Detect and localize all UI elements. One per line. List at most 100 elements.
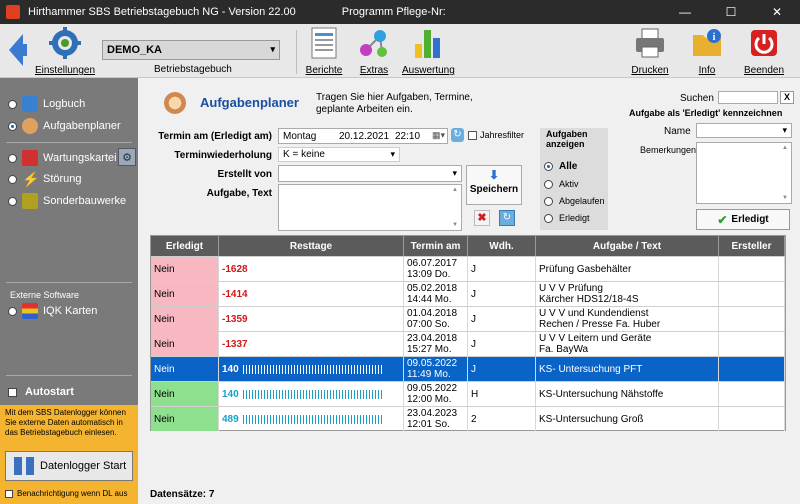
show-done-option[interactable]: Erledigt xyxy=(544,213,590,223)
creator-cell xyxy=(719,382,785,406)
chevron-down-icon: ▾ xyxy=(390,149,395,159)
close-window-button[interactable]: ✕ xyxy=(754,0,800,24)
remaining-days-value: -1337 xyxy=(222,338,248,350)
chevron-down-icon: ▾ xyxy=(452,168,457,178)
table-row[interactable]: Nein -1628 06.07.2017 13:09 Do. J Prüfung Gas… xyxy=(151,256,785,281)
search-clear-button[interactable]: X xyxy=(780,91,794,104)
info-button[interactable]: i Info xyxy=(688,26,726,76)
column-header-remaining[interactable]: Resttage xyxy=(219,236,404,256)
back-arrow-icon xyxy=(9,34,27,66)
table-row[interactable]: Nein 489 23.04.2023 12:01 So. 2 KS-Untersuchu… xyxy=(151,406,785,431)
autostart-label: Autostart xyxy=(25,386,74,398)
scroll-down-icon[interactable]: ▼ xyxy=(452,222,458,228)
year-filter-checkbox[interactable] xyxy=(468,131,477,140)
table-row[interactable]: Nein 140 09.05.2022 12:00 Mo. H KS-Untersuchu… xyxy=(151,381,785,406)
table-row[interactable]: Nein -1414 05.02.2018 14:44 Mo. J U V V Prüfu… xyxy=(151,281,785,306)
task-text-area[interactable]: ▲ ▼ xyxy=(278,184,462,231)
fault-radio[interactable] xyxy=(8,174,17,184)
mark-done-button[interactable]: ✔ Erledigt xyxy=(696,209,790,230)
due-date-cell: 05.02.2018 14:44 Mo. xyxy=(404,282,468,306)
refresh-date-icon[interactable]: ↻ xyxy=(451,128,464,142)
task-text-cell: KS-Untersuchung Groß xyxy=(536,407,719,431)
done-cell: Nein xyxy=(151,282,219,306)
sidebar-item-logbook[interactable]: Logbuch xyxy=(8,96,85,112)
iqk-radio[interactable] xyxy=(8,306,17,316)
delete-button[interactable]: ✖ xyxy=(474,210,490,226)
program-number-label: Programm Pflege-Nr: xyxy=(341,6,446,18)
print-button[interactable]: Drucken xyxy=(630,26,670,76)
show-all-option[interactable]: Alle xyxy=(544,161,577,172)
task-table: Erledigt Resttage Termin am Wdh. Aufgabe… xyxy=(150,235,786,431)
show-expired-radio[interactable] xyxy=(544,196,553,206)
table-row[interactable]: Nein -1337 23.04.2018 15:27 Mo. J U V V Leite… xyxy=(151,331,785,356)
table-row[interactable]: Nein 140 09.05.2022 11:49 Mo. J KS- Untersuch… xyxy=(151,356,785,381)
window-title: Hirthammer SBS Betriebstagebuch NG - Ver… xyxy=(28,6,296,18)
show-all-radio[interactable] xyxy=(544,162,553,171)
exit-label: Beenden xyxy=(743,65,785,76)
notify-checkbox[interactable] xyxy=(5,489,13,498)
diary-select[interactable]: DEMO_KA ▾ xyxy=(102,40,280,60)
planner-radio[interactable] xyxy=(8,121,17,131)
autostart-checkbox[interactable] xyxy=(8,387,17,397)
special-radio[interactable] xyxy=(8,196,17,206)
sidebar-item-fault[interactable]: ⚡ Störung xyxy=(8,171,82,187)
scroll-up-icon[interactable]: ▲ xyxy=(452,187,458,193)
show-done-radio[interactable] xyxy=(544,213,553,223)
autostart-checkbox-row[interactable]: Autostart xyxy=(8,386,74,398)
table-row[interactable]: Nein -1359 01.04.2018 07:00 So. J U V V und K… xyxy=(151,306,785,331)
evaluation-button[interactable]: Auswertung xyxy=(402,26,455,76)
show-expired-option[interactable]: Abgelaufen xyxy=(544,196,605,206)
column-header-done[interactable]: Erledigt xyxy=(151,236,219,256)
sidebar-item-maintenance[interactable]: Wartungskartei xyxy=(8,150,117,166)
extras-label: Extras xyxy=(359,65,389,76)
exit-button[interactable]: Beenden xyxy=(742,26,786,76)
scroll-up-icon[interactable]: ▲ xyxy=(782,145,788,151)
back-button[interactable] xyxy=(4,30,30,73)
column-header-repeat[interactable]: Wdh. xyxy=(468,236,536,256)
column-header-due[interactable]: Termin am xyxy=(404,236,468,256)
year-filter-label: Jahresfilter xyxy=(480,130,525,140)
task-text-cell: KS- Untersuchung PFT xyxy=(536,357,719,381)
minimize-button[interactable]: — xyxy=(662,0,708,24)
show-active-option[interactable]: Aktiv xyxy=(544,179,579,189)
repeat-cell: J xyxy=(468,332,536,356)
extras-button[interactable]: Extras xyxy=(354,26,394,76)
done-cell: Nein xyxy=(151,307,219,331)
sidebar-item-label: Aufgabenplaner xyxy=(43,120,121,132)
sidebar-item-iqk[interactable]: IQK Karten xyxy=(8,303,97,319)
chevron-down-icon: ▾ xyxy=(782,125,787,135)
due-date-picker[interactable]: Montag 20.12.2021 22:10 ▦▾ xyxy=(278,128,448,144)
sidebar-divider xyxy=(6,142,132,143)
chevron-down-icon: ▾ xyxy=(270,44,275,54)
show-active-radio[interactable] xyxy=(544,179,553,189)
column-header-creator[interactable]: Ersteller xyxy=(719,236,785,256)
task-text-cell: U V V Prüfung Kärcher HDS12/18-4S xyxy=(536,282,719,306)
repeat-value: K = keine xyxy=(283,149,325,160)
sidebar-item-special[interactable]: Sonderbauwerke xyxy=(8,193,126,209)
datalogger-icon xyxy=(14,457,34,475)
gear-icon xyxy=(49,27,81,59)
scroll-down-icon[interactable]: ▼ xyxy=(782,195,788,201)
save-button[interactable]: ⬇ Speichern xyxy=(466,165,522,205)
remaining-days-cell: -1414 xyxy=(219,282,404,306)
creator-select[interactable]: ▾ xyxy=(278,165,462,182)
task-text-cell: Prüfung Gasbehälter xyxy=(536,257,719,281)
sidebar-item-planner[interactable]: Aufgabenplaner xyxy=(8,118,121,134)
logbook-radio[interactable] xyxy=(8,99,17,109)
repeat-select[interactable]: K = keine ▾ xyxy=(278,147,400,162)
name-select[interactable]: ▾ xyxy=(696,123,792,138)
maintenance-radio[interactable] xyxy=(8,153,17,163)
reports-button[interactable]: Berichte xyxy=(304,26,344,76)
column-header-task[interactable]: Aufgabe / Text xyxy=(536,236,719,256)
building-icon xyxy=(22,193,38,209)
settings-button[interactable]: Einstellungen xyxy=(34,26,96,76)
remarks-text-area[interactable]: ▲ ▼ xyxy=(696,142,792,204)
remaining-days-value: -1414 xyxy=(222,288,248,300)
datalogger-start-button[interactable]: Datenlogger Start xyxy=(5,451,133,481)
refresh-button[interactable]: ↻ xyxy=(499,210,515,226)
calendar-dropdown-icon[interactable]: ▦▾ xyxy=(432,130,445,141)
notify-checkbox-row[interactable]: Benachrichtigung wenn DL aus xyxy=(5,489,127,498)
maximize-button[interactable]: ☐ xyxy=(708,0,754,24)
maintenance-settings-button[interactable]: ⚙ xyxy=(118,148,136,166)
search-input[interactable] xyxy=(718,91,778,104)
